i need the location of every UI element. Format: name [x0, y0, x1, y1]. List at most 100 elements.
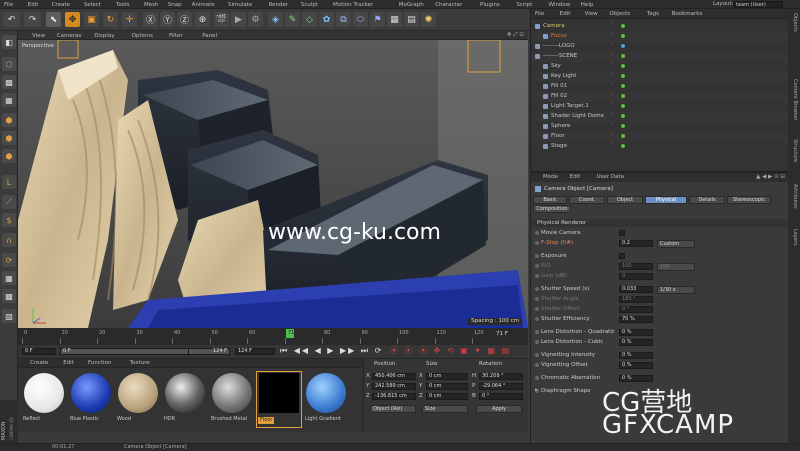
animation-dot-icon[interactable]	[535, 287, 539, 291]
material-wood[interactable]: Wood	[116, 372, 160, 427]
coordinate-system-icon[interactable]: ⊕	[195, 12, 210, 27]
attribute-value[interactable]: 0 °	[619, 306, 653, 313]
material-menu-texture[interactable]: Texture	[130, 360, 150, 367]
attribute-nav-icon[interactable]: ▲ ◀ ▶ ⊙ ⊟	[756, 174, 785, 181]
tab-physical[interactable]: Physical	[645, 196, 687, 204]
side-tab-objects[interactable]: Objects	[792, 13, 798, 32]
attribute-value[interactable]: 0.033	[619, 286, 653, 293]
scale-icon[interactable]: ▣	[84, 12, 99, 27]
visibility-icon[interactable]: ⁝	[612, 133, 614, 138]
end-frame-field[interactable]: 124 F	[235, 348, 275, 355]
viewport-menu-options[interactable]: Options	[132, 33, 153, 39]
object-row-shader-light-dome[interactable]: Shader Light Dome ⁝	[531, 112, 789, 122]
live-select-icon[interactable]: ⬉	[46, 12, 61, 27]
polygons-mode-icon[interactable]: ⬢	[2, 149, 16, 163]
enable-icon[interactable]	[621, 34, 625, 38]
size-mode-select[interactable]: Size	[422, 405, 468, 413]
material-menu-edit[interactable]: Edit	[63, 360, 74, 367]
object-menu-file[interactable]: File	[535, 11, 544, 18]
menu-edit[interactable]: Edit	[28, 2, 39, 8]
animation-dot-icon[interactable]	[535, 307, 539, 311]
menu-file[interactable]: File	[4, 2, 13, 8]
expand-icon[interactable]: ▸	[535, 387, 538, 394]
object-row-camera[interactable]: Camera ⁝	[531, 22, 789, 32]
object-row-sky[interactable]: Sky ⁝	[531, 62, 789, 72]
tab-composition[interactable]: Composition	[533, 205, 571, 213]
animation-dot-icon[interactable]	[535, 353, 539, 357]
animation-dot-icon[interactable]	[535, 340, 539, 344]
render-view-icon[interactable]: 🎬	[214, 12, 229, 27]
array-icon[interactable]: ✿	[319, 12, 334, 27]
floor-icon[interactable]: ▦	[387, 12, 402, 27]
render-settings-icon[interactable]: ⚙	[248, 12, 263, 27]
environment-icon[interactable]: ⬭	[353, 12, 368, 27]
visibility-icon[interactable]: ⁝	[612, 63, 614, 68]
animation-dot-icon[interactable]	[535, 241, 539, 245]
animation-dot-icon[interactable]	[535, 274, 539, 278]
playback-controls[interactable]: ⏮ ◀◀ ◀ ▶ ▶▶ ⏭ ⟳	[280, 347, 383, 355]
size-field[interactable]: 0 cm	[426, 383, 468, 390]
apply-button[interactable]: Apply	[476, 405, 522, 413]
size-field[interactable]: 0 cm	[426, 393, 468, 400]
tweak-icon[interactable]: ⟋	[2, 195, 16, 209]
timeline[interactable]: 0102030405060708090100110120 71 71 F	[18, 328, 528, 345]
position-field[interactable]: -136.815 cm	[372, 393, 416, 400]
layout-select[interactable]: team (User)	[733, 1, 783, 8]
z-axis-icon[interactable]: Ⓩ	[177, 12, 192, 27]
material-menu-create[interactable]: Create	[30, 360, 48, 367]
x-axis-icon[interactable]: Ⓧ	[143, 12, 158, 27]
attribute-value[interactable]: 100	[619, 263, 653, 270]
material-reflect[interactable]: Reflect	[22, 372, 66, 427]
tab-stereoscopic[interactable]: Stereoscopic	[727, 196, 771, 204]
material-brushed-metal[interactable]: Brushed Metal	[210, 372, 254, 427]
object-row-logo[interactable]: --------LOGO ⁝	[531, 42, 789, 52]
rotate-icon[interactable]: ↻	[103, 12, 118, 27]
position-field[interactable]: 242.589 cm	[372, 383, 416, 390]
viewport-menu-panel[interactable]: Panel	[202, 33, 217, 39]
tab-coord[interactable]: Coord.	[569, 196, 605, 204]
object-menu-tags[interactable]: Tags	[647, 11, 659, 18]
animation-dot-icon[interactable]	[535, 231, 539, 235]
object-row-fill-02[interactable]: Fill 02 ⁝	[531, 92, 789, 102]
move-tool-icon[interactable]: ✛	[122, 12, 137, 27]
menu-select[interactable]: Select	[84, 2, 101, 8]
grid-snap-icon[interactable]: ▦	[2, 271, 16, 285]
move-icon[interactable]: ✥	[65, 12, 80, 27]
points-mode-icon[interactable]: ⬢	[2, 113, 16, 127]
menu-mesh[interactable]: Mesh	[144, 2, 158, 8]
material-hdr[interactable]: HDR	[163, 372, 207, 427]
visibility-icon[interactable]: ⁝	[612, 123, 614, 128]
visibility-icon[interactable]: ⁝	[612, 83, 614, 88]
redo-icon[interactable]: ↷	[24, 12, 41, 27]
undo-icon[interactable]: ↶	[3, 12, 20, 27]
lock-icon[interactable]: ▩	[2, 289, 16, 303]
material-light-gradient[interactable]: Light Gradient	[304, 372, 348, 427]
subdivision-icon[interactable]: ◇	[302, 12, 317, 27]
menu-create[interactable]: Create	[52, 2, 70, 8]
viewport-menu-view[interactable]: View	[32, 33, 45, 39]
attribute-value[interactable]: 0.2	[619, 240, 653, 247]
object-row-key-light[interactable]: Key Light ⁝	[531, 72, 789, 82]
menu-render[interactable]: Render	[269, 2, 289, 8]
rotation-field[interactable]: -29.064 °	[479, 383, 523, 390]
edges-mode-icon[interactable]: ⬢	[2, 131, 16, 145]
enable-icon[interactable]	[621, 84, 625, 88]
preview-max-field[interactable]: 124 F	[188, 348, 230, 355]
animation-dot-icon[interactable]	[535, 264, 539, 268]
grid-icon[interactable]: ▤	[404, 12, 419, 27]
attribute-value[interactable]: 180 °	[619, 296, 653, 303]
enable-icon[interactable]	[621, 94, 625, 98]
size-field[interactable]: 0 cm	[426, 373, 468, 380]
viewport-menu-display[interactable]: Display	[94, 33, 114, 39]
viewport-menu-cameras[interactable]: Cameras	[57, 33, 81, 39]
side-tab-structure[interactable]: Structure	[792, 139, 798, 162]
attribute-value[interactable]: 0 %	[619, 375, 653, 382]
magnet-icon[interactable]: ∩	[2, 233, 16, 247]
start-frame-field[interactable]: 0 F	[22, 348, 56, 355]
axis-mode-icon[interactable]: L	[2, 175, 16, 189]
enable-icon[interactable]	[621, 24, 625, 28]
enable-icon[interactable]	[621, 124, 625, 128]
menu-help[interactable]: Help	[581, 2, 594, 8]
rotation-field[interactable]: 0 °	[479, 393, 523, 400]
visibility-icon[interactable]: ⁝	[612, 53, 614, 58]
